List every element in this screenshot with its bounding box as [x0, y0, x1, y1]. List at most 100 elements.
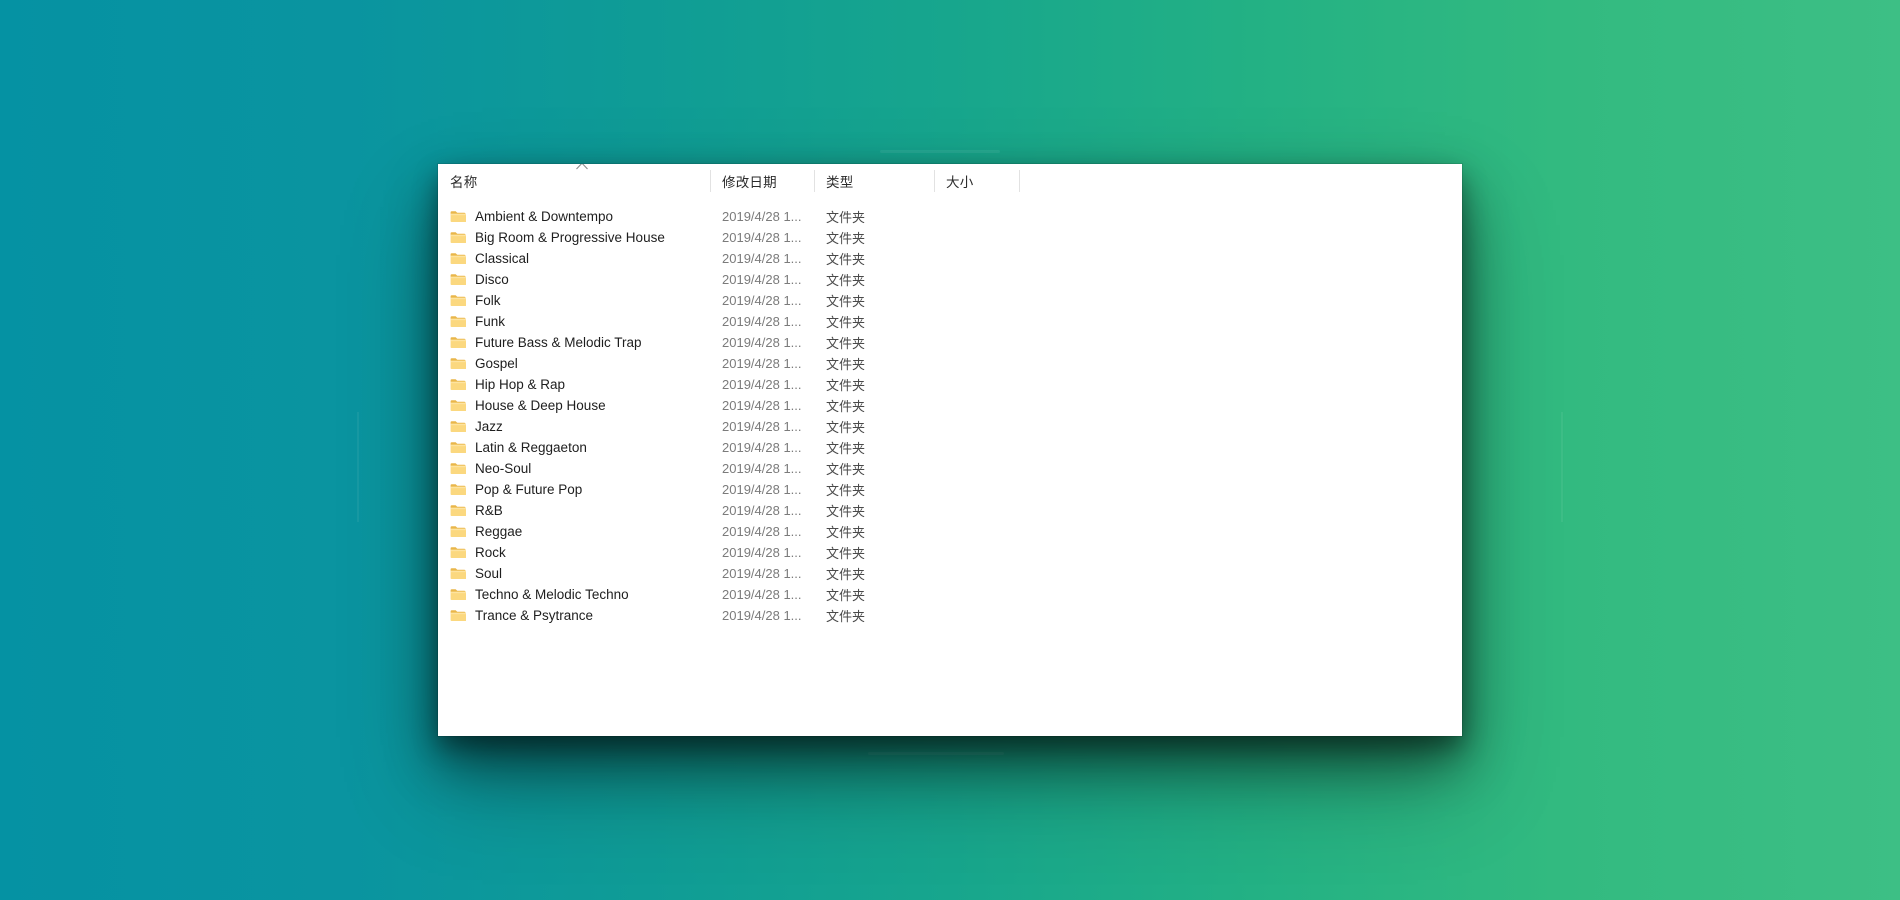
file-date-cell: 2019/4/28 1... — [722, 251, 802, 266]
file-row[interactable]: Rock 2019/4/28 1... 文件夹 — [438, 542, 1462, 563]
file-row[interactable]: Soul 2019/4/28 1... 文件夹 — [438, 563, 1462, 584]
column-header-date[interactable]: 修改日期 — [710, 164, 814, 198]
column-header-date-label: 修改日期 — [722, 175, 777, 190]
file-row[interactable]: Funk 2019/4/28 1... 文件夹 — [438, 311, 1462, 332]
file-name-label: Ambient & Downtempo — [475, 208, 614, 224]
file-name-cell[interactable]: Funk — [438, 314, 710, 330]
file-row[interactable]: Folk 2019/4/28 1... 文件夹 — [438, 290, 1462, 311]
file-name-cell[interactable]: Ambient & Downtempo — [438, 209, 710, 225]
file-name-cell[interactable]: Latin & Reggaeton — [438, 440, 710, 456]
file-name-cell[interactable]: Folk — [438, 293, 710, 309]
folder-icon — [450, 441, 466, 454]
file-row[interactable]: Future Bass & Melodic Trap 2019/4/28 1...… — [438, 332, 1462, 353]
folder-icon — [450, 294, 466, 307]
file-type-cell: 文件夹 — [826, 462, 866, 477]
file-type-cell: 文件夹 — [826, 483, 866, 498]
file-name-cell[interactable]: Trance & Psytrance — [438, 608, 710, 624]
file-name-cell[interactable]: House & Deep House — [438, 398, 710, 414]
folder-icon — [450, 399, 466, 412]
column-header-size[interactable]: 大小 — [934, 164, 1020, 198]
file-type-cell: 文件夹 — [826, 567, 866, 582]
file-name-cell[interactable]: Jazz — [438, 419, 710, 435]
file-date-cell: 2019/4/28 1... — [722, 398, 802, 413]
file-name-cell[interactable]: Disco — [438, 272, 710, 288]
file-name-label: Neo-Soul — [475, 460, 532, 476]
file-date-cell: 2019/4/28 1... — [722, 335, 802, 350]
file-row[interactable]: R&B 2019/4/28 1... 文件夹 — [438, 500, 1462, 521]
file-name-label: Latin & Reggaeton — [475, 439, 587, 455]
folder-icon — [450, 420, 466, 433]
file-type-cell: 文件夹 — [826, 588, 866, 603]
column-header-name[interactable]: 名称 — [438, 164, 710, 198]
folder-icon — [450, 252, 466, 265]
file-list: Ambient & Downtempo 2019/4/28 1... 文件夹 Big … — [438, 198, 1462, 626]
desktop-guide-bottom — [868, 752, 1004, 755]
folder-icon — [450, 336, 466, 349]
file-row[interactable]: Gospel 2019/4/28 1... 文件夹 — [438, 353, 1462, 374]
file-name-label: Hip Hop & Rap — [475, 376, 566, 392]
file-type-cell: 文件夹 — [826, 609, 866, 624]
file-row[interactable]: Ambient & Downtempo 2019/4/28 1... 文件夹 — [438, 206, 1462, 227]
file-row[interactable]: House & Deep House 2019/4/28 1... 文件夹 — [438, 395, 1462, 416]
file-name-cell[interactable]: Hip Hop & Rap — [438, 377, 710, 393]
column-header-type[interactable]: 类型 — [814, 164, 934, 198]
folder-icon — [450, 315, 466, 328]
file-row[interactable]: Latin & Reggaeton 2019/4/28 1... 文件夹 — [438, 437, 1462, 458]
file-type-cell: 文件夹 — [826, 210, 866, 225]
file-date-cell: 2019/4/28 1... — [722, 503, 802, 518]
folder-icon — [450, 357, 466, 370]
file-date-cell: 2019/4/28 1... — [722, 461, 802, 476]
file-row[interactable]: Jazz 2019/4/28 1... 文件夹 — [438, 416, 1462, 437]
file-row[interactable]: Trance & Psytrance 2019/4/28 1... 文件夹 — [438, 605, 1462, 626]
column-header-size-label: 大小 — [946, 175, 974, 190]
file-type-cell: 文件夹 — [826, 252, 866, 267]
file-name-cell[interactable]: Future Bass & Melodic Trap — [438, 335, 710, 351]
file-date-cell: 2019/4/28 1... — [722, 377, 802, 392]
file-name-cell[interactable]: Techno & Melodic Techno — [438, 587, 710, 603]
file-name-cell[interactable]: Soul — [438, 566, 710, 582]
file-name-label: Big Room & Progressive House — [475, 229, 665, 245]
file-name-cell[interactable]: Reggae — [438, 524, 710, 540]
file-name-label: Gospel — [475, 355, 518, 371]
file-name-cell[interactable]: R&B — [438, 503, 710, 519]
column-header-type-label: 类型 — [826, 175, 854, 190]
file-name-cell[interactable]: Rock — [438, 545, 710, 561]
file-date-cell: 2019/4/28 1... — [722, 566, 802, 581]
file-date-cell: 2019/4/28 1... — [722, 272, 802, 287]
file-explorer-window: ⌐ 名称 修改日期 类型 大小 Ambient & Downtempo2019/… — [438, 164, 1462, 736]
file-row[interactable]: Big Room & Progressive House 2019/4/28 1.… — [438, 227, 1462, 248]
file-name-cell[interactable]: Pop & Future Pop — [438, 482, 710, 498]
file-row[interactable]: Disco 2019/4/28 1... 文件夹 — [438, 269, 1462, 290]
file-row[interactable]: Hip Hop & Rap 2019/4/28 1... 文件夹 — [438, 374, 1462, 395]
file-date-cell: 2019/4/28 1... — [722, 482, 802, 497]
file-name-cell[interactable]: Gospel — [438, 356, 710, 372]
file-row[interactable]: Neo-Soul 2019/4/28 1... 文件夹 — [438, 458, 1462, 479]
file-name-label: Jazz — [475, 418, 503, 434]
file-row[interactable]: Techno & Melodic Techno 2019/4/28 1... 文件夹 — [438, 584, 1462, 605]
file-date-cell: 2019/4/28 1... — [722, 545, 802, 560]
folder-icon — [450, 567, 466, 580]
file-date-cell: 2019/4/28 1... — [722, 587, 802, 602]
file-row[interactable]: Classical 2019/4/28 1... 文件夹 — [438, 248, 1462, 269]
file-date-cell: 2019/4/28 1... — [722, 419, 802, 434]
file-name-label: Soul — [475, 565, 503, 581]
file-row[interactable]: Pop & Future Pop 2019/4/28 1... 文件夹 — [438, 479, 1462, 500]
file-name-cell[interactable]: Neo-Soul — [438, 461, 710, 477]
file-type-cell: 文件夹 — [826, 315, 866, 330]
desktop-guide-top — [880, 150, 1000, 153]
file-name-label: R&B — [475, 502, 503, 518]
file-type-cell: 文件夹 — [826, 378, 866, 393]
file-type-cell: 文件夹 — [826, 420, 866, 435]
file-type-cell: 文件夹 — [826, 273, 866, 288]
file-row[interactable]: Reggae 2019/4/28 1... 文件夹 — [438, 521, 1462, 542]
file-name-cell[interactable]: Big Room & Progressive House — [438, 230, 710, 246]
file-type-cell: 文件夹 — [826, 294, 866, 309]
desktop-guide-right — [1561, 412, 1563, 522]
file-name-cell[interactable]: Classical — [438, 251, 710, 267]
file-name-label: Classical — [475, 250, 530, 266]
file-name-label: House & Deep House — [475, 397, 606, 413]
folder-icon — [450, 210, 466, 223]
file-date-cell: 2019/4/28 1... — [722, 356, 802, 371]
file-type-cell: 文件夹 — [826, 525, 866, 540]
desktop-guide-left — [357, 412, 359, 522]
